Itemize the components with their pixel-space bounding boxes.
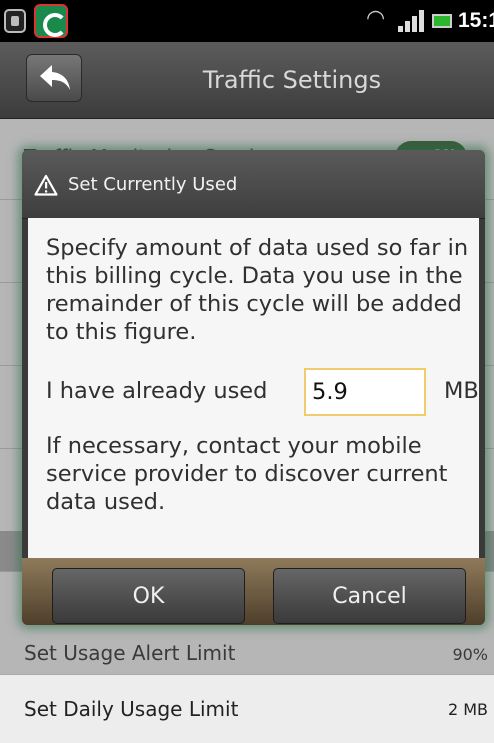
warning-icon [34, 174, 58, 196]
signal-icon [398, 10, 428, 32]
used-amount-input[interactable] [304, 368, 426, 416]
row-value: 2 MB [447, 700, 488, 719]
row-label: Set Daily Usage Limit [24, 697, 239, 721]
page-title: Traffic Settings [202, 66, 382, 94]
dialog-header: Set Currently Used [22, 150, 485, 219]
dialog-message: Specify amount of data used so far in th… [46, 235, 469, 345]
app-notification-icon[interactable] [34, 4, 68, 38]
ok-button[interactable]: OK [52, 568, 245, 624]
dialog-note: If necessary, contact your mobile servic… [46, 433, 448, 515]
status-time: 15:10 [458, 9, 494, 32]
title-bar: Traffic Settings [0, 42, 494, 119]
used-label: I have already used [46, 378, 268, 404]
back-arrow-icon [40, 65, 70, 90]
wifi-icon: ◠ [366, 6, 386, 31]
used-amount-row: I have already used MB [46, 368, 479, 416]
set-currently-used-dialog: Set Currently Used Specify amount of dat… [22, 150, 485, 625]
debug-icon [4, 9, 26, 33]
status-bar: ◠ 15:10 [0, 0, 494, 42]
list-item[interactable]: Set Daily Usage Limit 2 MB [0, 674, 494, 743]
dialog-body: Specify amount of data used so far in th… [28, 218, 479, 558]
back-button[interactable] [26, 54, 82, 102]
battery-icon [432, 14, 452, 28]
cancel-button[interactable]: Cancel [273, 568, 466, 624]
dialog-footer: OK Cancel [22, 558, 485, 625]
unit-label: MB [444, 378, 479, 404]
row-label: Set Usage Alert Limit [24, 641, 236, 665]
dialog-title: Set Currently Used [68, 174, 238, 195]
row-value: 90% [452, 645, 488, 664]
